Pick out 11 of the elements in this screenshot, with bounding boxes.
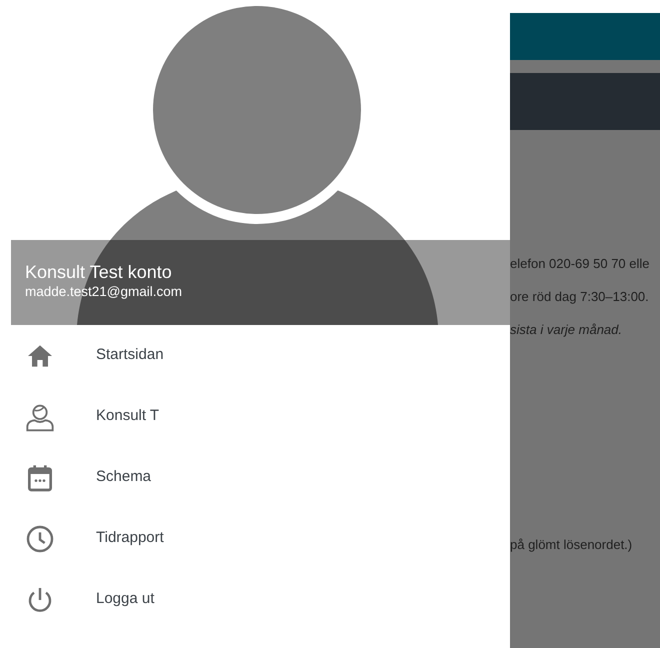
menu-item[interactable]: Schema [0, 447, 510, 508]
menu-item[interactable]: Konsult T [0, 386, 510, 447]
user-name: Konsult Test konto [25, 261, 173, 283]
page-text: ore röd dag 7:30–13:00. [510, 288, 650, 306]
menu-item[interactable]: Startsidan [0, 325, 510, 386]
user-email: madde.test21@gmail.com [25, 283, 184, 300]
menu-item[interactable]: Tidrapport [0, 508, 510, 569]
page-text: sista i varje månad. [510, 321, 623, 339]
page-text: på glömt lösenordet.) [510, 536, 634, 554]
menu-item[interactable]: Logga ut [0, 569, 510, 630]
page-text: elefon 020-69 50 70 elle [510, 255, 651, 273]
